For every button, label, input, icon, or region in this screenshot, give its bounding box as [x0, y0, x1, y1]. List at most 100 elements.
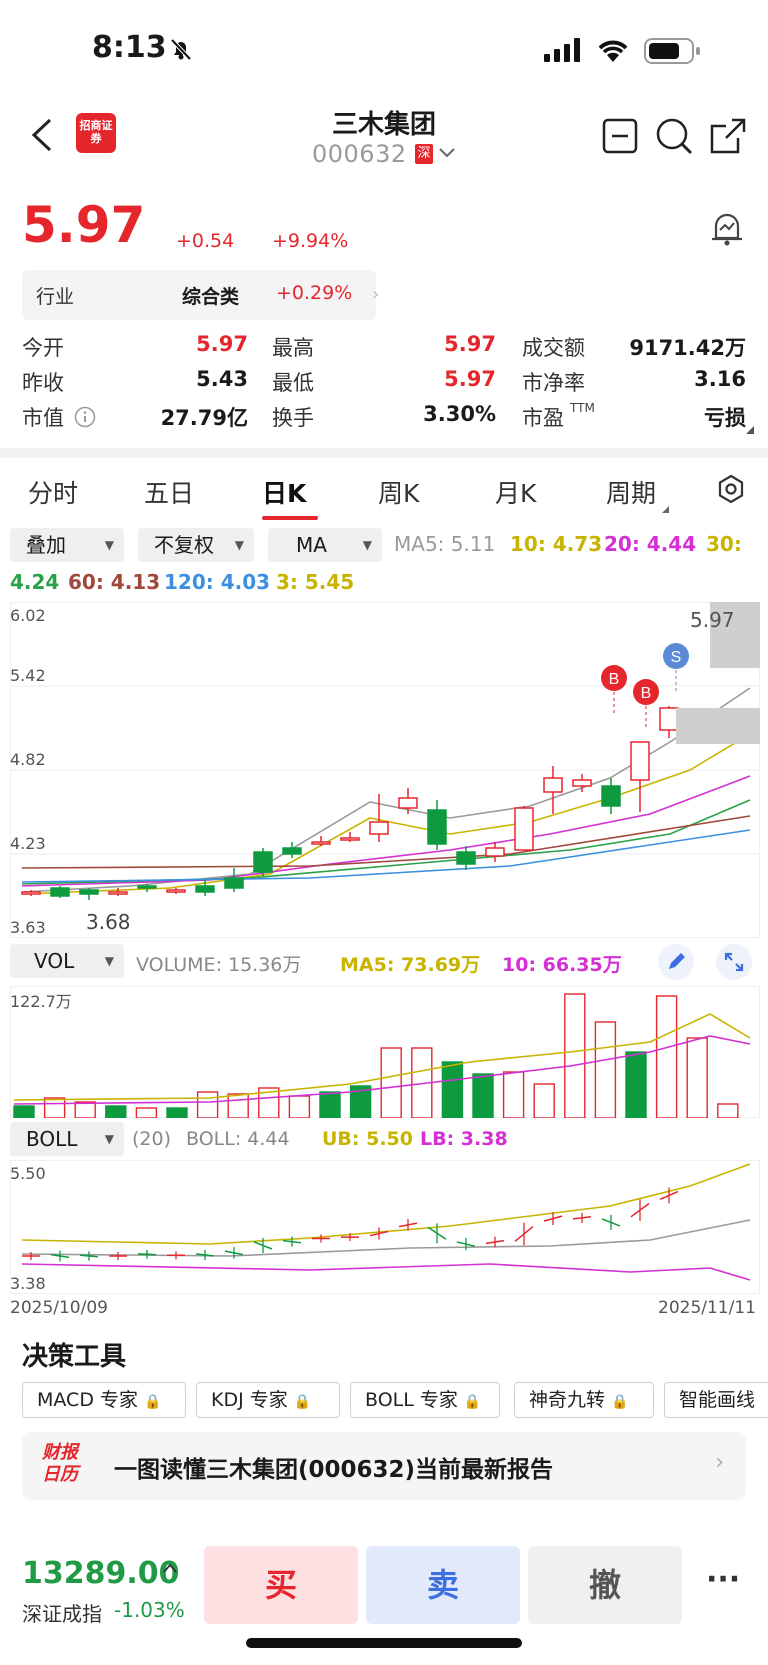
caret-down-icon: ▼	[234, 538, 244, 552]
tab-period[interactable]: 周期	[606, 474, 656, 510]
volume-bar	[227, 1093, 249, 1118]
volume-select[interactable]: VOL ▼	[10, 944, 124, 978]
tool-smart-line[interactable]: 智能画线	[664, 1382, 768, 1418]
volume-bar	[166, 1107, 188, 1118]
tools-title: 决策工具	[22, 1342, 127, 1372]
expand-icon[interactable]	[716, 944, 752, 980]
quote-value: 亏损	[704, 406, 746, 430]
kline-chart[interactable]: B B S	[10, 602, 760, 938]
quote-value: 27.79亿	[160, 406, 248, 430]
candle-body	[340, 837, 360, 841]
quote-label: 最低	[272, 371, 314, 395]
y-label-3: 4.82	[10, 750, 46, 769]
tool-smart-line-label: 智能画线	[679, 1389, 756, 1411]
candle-body	[601, 785, 621, 807]
candle-body	[224, 877, 244, 889]
tool-kdj-label: KDJ 专家	[211, 1389, 288, 1411]
share-icon[interactable]	[708, 116, 748, 156]
tool-kdj[interactable]: KDJ 专家 🔒	[196, 1382, 340, 1418]
status-time: 8:13	[92, 30, 167, 65]
quote-value: 5.43	[196, 367, 248, 391]
industry-pct: +0.29%	[276, 282, 353, 304]
info-icon[interactable]	[74, 406, 96, 428]
candle-body	[195, 885, 215, 893]
volume-text: VOLUME: 15.36万	[136, 954, 302, 976]
volume-bar	[74, 1101, 96, 1118]
search-icon[interactable]	[654, 116, 694, 156]
industry-row[interactable]: 行业 综合类 +0.29% ›	[22, 270, 380, 320]
tool-macd-label: MACD 专家	[37, 1389, 138, 1411]
edit-icon[interactable]	[658, 944, 694, 980]
chevron-up-icon[interactable]	[162, 1562, 178, 1574]
index-value[interactable]: 13289.00	[22, 1556, 180, 1591]
minimize-icon[interactable]	[602, 118, 638, 154]
volume-selector-label: VOL	[34, 949, 75, 973]
battery-icon	[644, 38, 702, 64]
caret-down-icon: ▼	[104, 538, 114, 552]
end-date: 2025/11/11	[658, 1298, 756, 1318]
chevron-right-icon: ›	[372, 284, 380, 305]
boll-chart[interactable]	[10, 1160, 760, 1294]
tool-macd[interactable]: MACD 专家 🔒	[22, 1382, 186, 1418]
stock-name: 三木集团	[331, 110, 436, 140]
chevron-down-icon[interactable]	[438, 146, 456, 160]
volume-bar	[105, 1105, 127, 1118]
volume-bar	[319, 1091, 341, 1118]
boll-lb: LB: 3.38	[420, 1128, 508, 1150]
tool-boll[interactable]: BOLL 专家 🔒	[350, 1382, 500, 1418]
corner-marker	[746, 426, 754, 434]
volume-bar	[717, 1103, 739, 1118]
signal-label: B	[641, 685, 652, 702]
more-icon[interactable]: ···	[706, 1562, 740, 1597]
volume-bar	[533, 1083, 555, 1118]
home-indicator	[246, 1638, 522, 1648]
alert-icon[interactable]	[708, 208, 746, 248]
quote-value: 3.30%	[423, 402, 496, 426]
volume-bar	[135, 1107, 158, 1118]
boll-select[interactable]: BOLL ▼	[10, 1122, 124, 1156]
limit-block	[676, 708, 760, 744]
tab-five-day[interactable]: 五日	[144, 474, 194, 510]
quote-label: 今开	[22, 336, 64, 360]
wifi-icon	[596, 38, 630, 62]
report-logo-text: 财报日历	[42, 1442, 78, 1485]
indicator-select[interactable]: MA ▼	[268, 528, 382, 562]
stock-code[interactable]: 000632	[312, 140, 407, 168]
quote-label: 换手	[272, 406, 314, 430]
candle-body	[166, 889, 186, 893]
adjust-label: 不复权	[154, 533, 214, 557]
quote-label: 市净率	[522, 371, 585, 395]
ma120-legend: 120: 4.03	[164, 570, 271, 594]
tab-weekly-k[interactable]: 周K	[378, 474, 419, 510]
signal-label: B	[609, 671, 620, 688]
buy-button[interactable]: 买	[204, 1546, 358, 1624]
bell-muted-icon	[168, 36, 194, 62]
ma30-value: 4.24	[10, 570, 60, 594]
boll-bottom-label: 3.38	[10, 1274, 46, 1293]
sell-button[interactable]: 卖	[366, 1546, 520, 1624]
tab-intraday[interactable]: 分时	[28, 474, 78, 510]
tab-daily-k[interactable]: 日K	[262, 474, 306, 510]
section-divider	[0, 448, 768, 458]
caret-down-icon: ▼	[362, 538, 372, 552]
ma30-legend: 30:	[706, 532, 742, 556]
candle-body	[514, 807, 534, 851]
candle-body	[456, 851, 476, 865]
candle-body	[253, 851, 273, 873]
high-marker: 5.97	[690, 608, 735, 632]
volume-chart[interactable]	[10, 986, 760, 1118]
price-change-pct: +9.94%	[272, 230, 349, 252]
volume-ma10: 10: 66.35万	[502, 954, 622, 976]
tab-monthly-k[interactable]: 月K	[495, 474, 536, 510]
volume-bar	[472, 1073, 494, 1118]
candle-body	[485, 847, 505, 857]
adjust-select[interactable]: 不复权 ▼	[138, 528, 254, 562]
settings-icon[interactable]	[716, 474, 746, 504]
quote-label: 市盈	[522, 406, 564, 430]
volume-ma5: MA5: 73.69万	[340, 954, 481, 976]
report-banner[interactable]: 财报日历 一图读懂三木集团(000632)当前最新报告 ›	[22, 1432, 746, 1500]
cancel-button[interactable]: 撤	[528, 1546, 682, 1624]
candle-body	[282, 847, 302, 855]
overlay-select[interactable]: 叠加 ▼	[10, 528, 124, 562]
tool-nine-turn[interactable]: 神奇九转 🔒	[514, 1382, 654, 1418]
